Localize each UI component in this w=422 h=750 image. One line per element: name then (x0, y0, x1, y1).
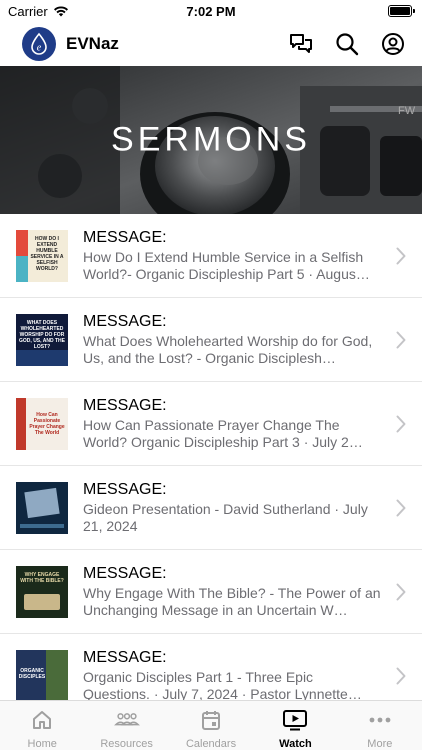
wifi-icon (53, 6, 68, 17)
list-item[interactable]: ORGANIC DISCIPLES MESSAGE: Organic Disci… (0, 634, 422, 700)
tab-bar: Home Resources Calendars Watch More (0, 700, 422, 750)
thumbnail-caption: HOW DO I EXTEND HUMBLE SERVICE IN A SELF… (30, 235, 64, 272)
logo-letter: e (37, 43, 42, 54)
app-logo[interactable]: e (22, 27, 56, 61)
home-icon (33, 711, 52, 729)
chat-bubbles-icon (290, 34, 312, 53)
app-name: EVNaz (66, 34, 119, 53)
svg-text:FW: FW (398, 105, 416, 117)
tab-more[interactable]: More (338, 701, 422, 750)
sermon-title: MESSAGE: (83, 312, 167, 330)
chevron-right-icon (396, 415, 406, 432)
sermon-title: MESSAGE: (83, 396, 167, 414)
list-item[interactable]: WHAT DOES WHOLEHEARTED WORSHIP DO FOR GO… (0, 298, 422, 382)
list-item[interactable]: How Can Passionate Prayer Change The Wor… (0, 382, 422, 466)
tab-label: Calendars (185, 738, 237, 750)
sermon-text: MESSAGE: Why Engage With The Bible? - Th… (83, 565, 383, 619)
sermon-title: MESSAGE: (83, 564, 167, 582)
chevron-right-icon (396, 667, 406, 684)
account-icon (382, 33, 404, 55)
status-bar: Carrier 7:02 PM (0, 0, 422, 22)
search-button[interactable] (334, 31, 360, 57)
sermon-subtitle: How Do I Extend Humble Service in a Self… (83, 248, 370, 282)
thumbnail-caption: ORGANIC DISCIPLES (18, 667, 46, 680)
sermon-title: MESSAGE: (83, 648, 167, 666)
play-tv-icon (283, 710, 308, 731)
search-icon (336, 33, 359, 56)
tab-label: Home (27, 738, 57, 750)
sermon-text: MESSAGE: What Does Wholehearted Worship … (83, 313, 383, 367)
sermon-subtitle: What Does Wholehearted Worship do for Go… (83, 332, 373, 366)
chevron-right-icon (396, 331, 406, 348)
tab-label: Resources (100, 738, 153, 750)
battery-icon (388, 5, 415, 17)
tab-home[interactable]: Home (0, 701, 84, 750)
calendar-icon (202, 711, 221, 730)
sermons-hero-banner: FW SERMONS (0, 66, 422, 214)
sermon-text: MESSAGE: How Do I Extend Humble Service … (83, 229, 383, 283)
sermon-thumbnail: HOW DO I EXTEND HUMBLE SERVICE IN A SELF… (16, 229, 68, 282)
thumbnail-caption: WHY ENGAGE WITH THE BIBLE? (20, 571, 64, 584)
chat-button[interactable] (288, 31, 314, 57)
logo-drop-icon: e (31, 32, 47, 55)
header-actions (288, 31, 406, 57)
list-item[interactable]: MESSAGE: Gideon Presentation - David Sut… (0, 466, 422, 550)
sermon-text: MESSAGE: Organic Disciples Part 1 - Thre… (83, 649, 383, 701)
sermon-title: MESSAGE: (83, 480, 167, 498)
thumbnail-caption: How Can Passionate Prayer Change The Wor… (29, 411, 65, 436)
sermon-title: MESSAGE: (83, 228, 167, 246)
sermon-text: MESSAGE: How Can Passionate Prayer Chang… (83, 397, 383, 451)
chevron-right-icon (396, 583, 406, 600)
sermon-list: HOW DO I EXTEND HUMBLE SERVICE IN A SELF… (0, 214, 422, 700)
sermon-thumbnail (16, 481, 68, 534)
sermon-thumbnail: WHY ENGAGE WITH THE BIBLE? (16, 565, 68, 618)
chevron-right-icon (396, 499, 406, 516)
sermon-subtitle: Why Engage With The Bible? - The Power o… (83, 584, 381, 618)
sermon-thumbnail: How Can Passionate Prayer Change The Wor… (16, 397, 68, 450)
account-button[interactable] (380, 31, 406, 57)
list-item[interactable]: HOW DO I EXTEND HUMBLE SERVICE IN A SELF… (0, 214, 422, 298)
sermon-text: MESSAGE: Gideon Presentation - David Sut… (83, 481, 383, 535)
resources-icon (113, 713, 140, 726)
sermon-subtitle: Gideon Presentation - David Sutherland ·… (83, 500, 368, 534)
hero-title: SERMONS (111, 120, 311, 159)
sermon-subtitle: How Can Passionate Prayer Change The Wor… (83, 416, 363, 450)
app-header: e EVNaz (0, 22, 422, 66)
tab-label: More (367, 738, 393, 750)
tab-calendars[interactable]: Calendars (169, 701, 253, 750)
list-item[interactable]: WHY ENGAGE WITH THE BIBLE? MESSAGE: Why … (0, 550, 422, 634)
tab-label: Watch (279, 738, 312, 750)
sermon-thumbnail: ORGANIC DISCIPLES (16, 649, 68, 700)
status-left: Carrier (8, 4, 69, 19)
chevron-right-icon (396, 247, 406, 264)
sermon-subtitle: Organic Disciples Part 1 - Three Epic Qu… (83, 668, 362, 701)
thumbnail-caption: WHAT DOES WHOLEHEARTED WORSHIP DO FOR GO… (19, 319, 65, 350)
more-dots-icon (369, 717, 391, 723)
tab-watch[interactable]: Watch (253, 701, 337, 750)
sermon-thumbnail: WHAT DOES WHOLEHEARTED WORSHIP DO FOR GO… (16, 313, 68, 366)
tab-resources[interactable]: Resources (84, 701, 168, 750)
carrier-label: Carrier (8, 3, 48, 19)
